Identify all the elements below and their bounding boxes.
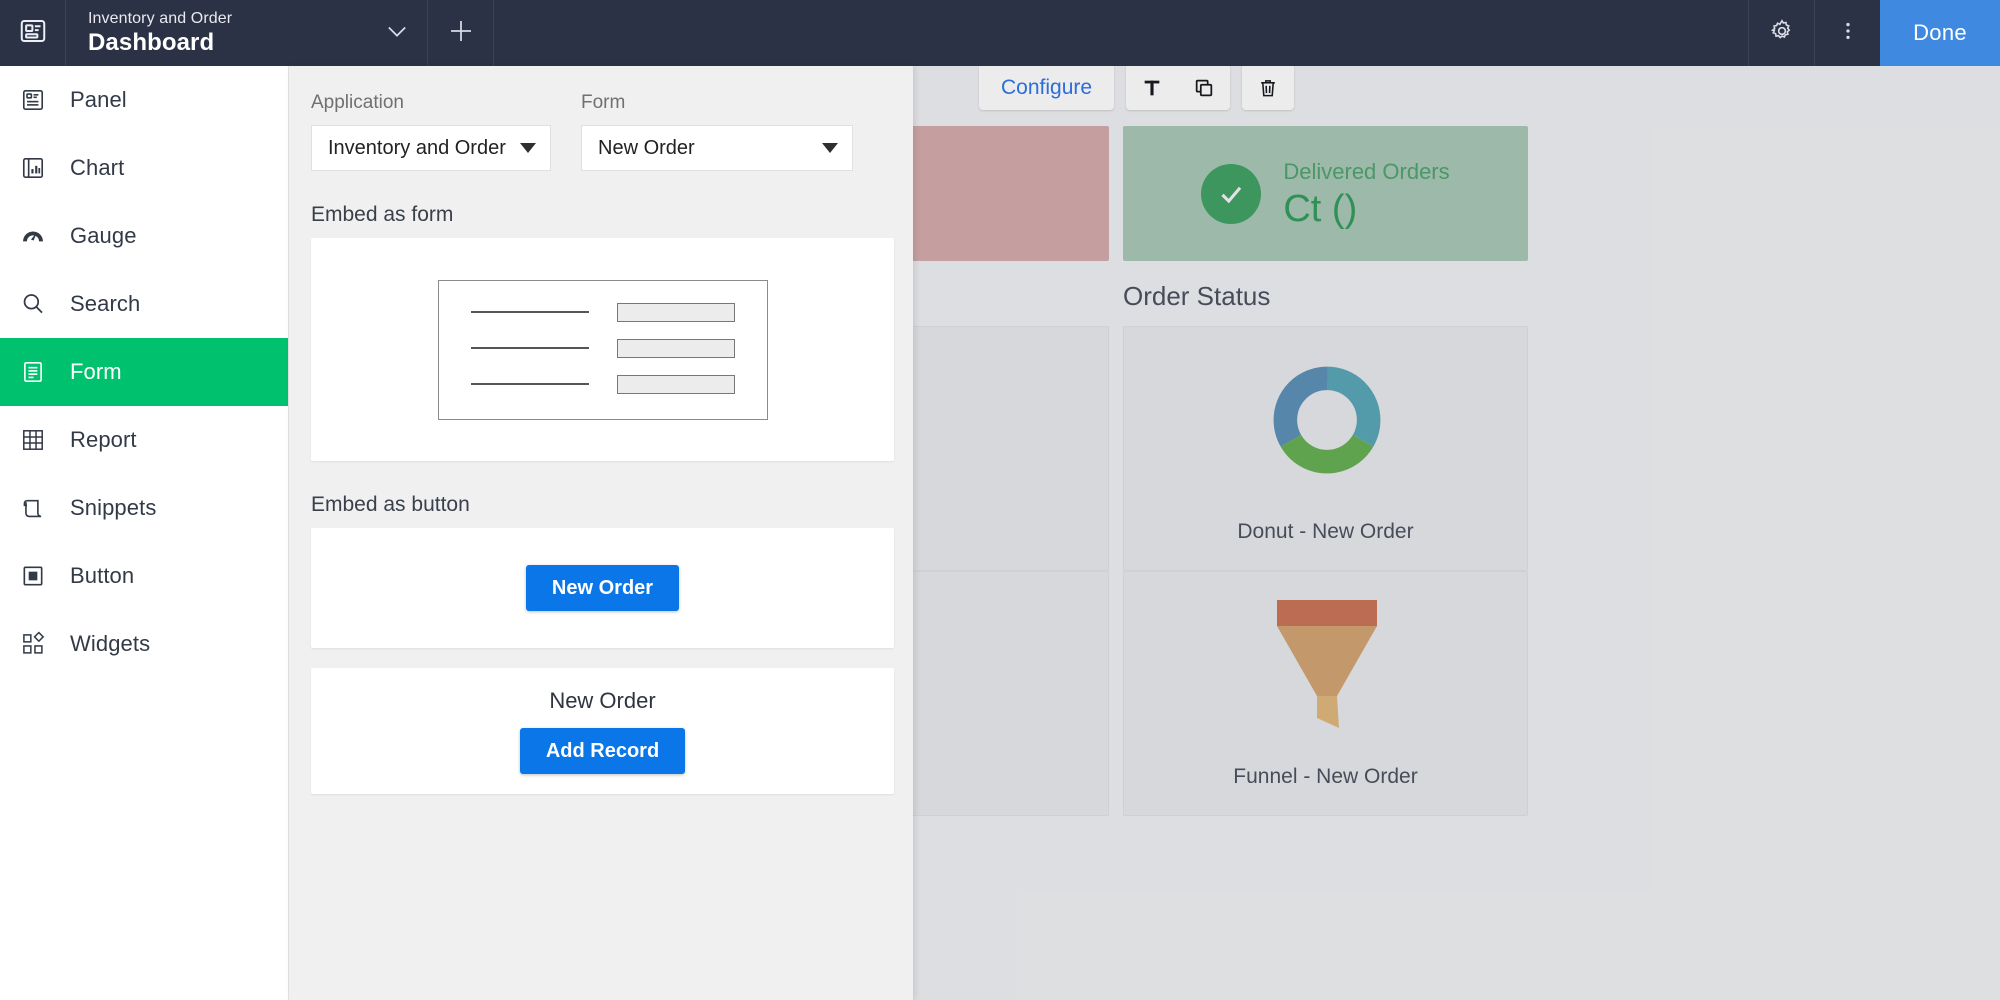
delete-group xyxy=(1242,66,1294,110)
kpi-text: Delivered Orders Ct () xyxy=(1283,157,1449,231)
sidebar-item-label: Chart xyxy=(70,155,124,181)
application-label: Application xyxy=(311,92,551,114)
embed-as-button-heading: Embed as button xyxy=(311,493,891,517)
duplicate-icon[interactable] xyxy=(1178,66,1230,110)
gear-icon xyxy=(1769,18,1795,49)
check-circle-icon xyxy=(1201,164,1261,224)
sidebar-item-report[interactable]: Report xyxy=(0,406,288,474)
form-icon xyxy=(18,359,48,385)
more-vertical-icon xyxy=(1837,18,1859,49)
sketch-label-line xyxy=(471,311,589,313)
settings-button[interactable] xyxy=(1748,0,1814,66)
widget-toolbar: Configure xyxy=(979,66,1294,110)
sketch-input-box xyxy=(617,339,735,358)
sidebar-item-label: Search xyxy=(70,291,140,317)
trash-icon[interactable] xyxy=(1242,66,1294,110)
plus-icon xyxy=(446,16,476,51)
form-preview-sketch xyxy=(438,280,768,420)
sidebar-item-chart[interactable]: Chart xyxy=(0,134,288,202)
application-select[interactable]: Inventory and Order xyxy=(311,125,551,171)
dashboard-switcher-button[interactable] xyxy=(366,0,428,66)
button-icon xyxy=(18,563,48,589)
sketch-input-box xyxy=(617,303,735,322)
done-button[interactable]: Done xyxy=(1880,0,2000,66)
application-field: Application Inventory and Order xyxy=(311,92,551,171)
widget-donut-chart[interactable]: Donut - New Order xyxy=(1123,326,1528,571)
sidebar-item-panel[interactable]: Panel xyxy=(0,66,288,134)
gauge-icon xyxy=(18,223,48,249)
breadcrumb: Inventory and Order Dashboard xyxy=(66,0,366,66)
snippets-icon xyxy=(18,495,48,521)
add-record-button-preview[interactable]: Add Record xyxy=(520,728,685,774)
embed-as-button-option-1[interactable]: New Order xyxy=(311,528,894,648)
search-icon xyxy=(18,291,48,317)
sidebar-item-form[interactable]: Form xyxy=(0,338,288,406)
donut-chart xyxy=(1272,365,1382,475)
caret-down-icon xyxy=(822,143,838,153)
new-order-button-preview[interactable]: New Order xyxy=(526,565,679,611)
report-grid-icon xyxy=(18,427,48,453)
dashboard-card-icon xyxy=(18,16,48,51)
form-label: Form xyxy=(581,92,853,114)
kpi-value: Ct () xyxy=(1283,187,1449,231)
sketch-label-line xyxy=(471,383,589,385)
form-select[interactable]: New Order xyxy=(581,125,853,171)
widget-caption: Donut - New Order xyxy=(1124,520,1527,544)
funnel-chart xyxy=(1271,600,1383,728)
sidebar-item-search[interactable]: Search xyxy=(0,270,288,338)
kpi-title: Delivered Orders xyxy=(1283,157,1449,187)
selector-row: Application Inventory and Order Form New… xyxy=(311,92,891,171)
sidebar-item-button[interactable]: Button xyxy=(0,542,288,610)
top-bar: Inventory and Order Dashboard xyxy=(0,0,2000,66)
sidebar: Panel Chart Gauge Searc xyxy=(0,66,289,1000)
sketch-input-box xyxy=(617,375,735,394)
sidebar-item-label: Form xyxy=(70,359,122,385)
chevron-down-icon xyxy=(383,17,411,50)
configure-button[interactable]: Configure xyxy=(979,76,1114,100)
form-config-panel: Application Inventory and Order Form New… xyxy=(289,66,913,1000)
embed-as-form-heading: Embed as form xyxy=(311,203,891,227)
sidebar-item-label: Gauge xyxy=(70,223,137,249)
application-value: Inventory and Order xyxy=(328,137,506,160)
text-tool-icon[interactable] xyxy=(1126,66,1178,110)
sidebar-item-snippets[interactable]: Snippets xyxy=(0,474,288,542)
form-field: Form New Order xyxy=(581,92,853,171)
kpi-card-delivered-orders[interactable]: Delivered Orders Ct () xyxy=(1123,126,1528,261)
sidebar-item-gauge[interactable]: Gauge xyxy=(0,202,288,270)
add-record-preview-title: New Order xyxy=(549,688,655,714)
widget-funnel-chart[interactable]: Funnel - New Order xyxy=(1123,571,1528,816)
embed-as-button-option-2[interactable]: New Order Add Record xyxy=(311,668,894,794)
widgets-icon xyxy=(18,631,48,657)
sidebar-item-label: Widgets xyxy=(70,631,150,657)
edit-group xyxy=(1126,66,1230,110)
sidebar-item-widgets[interactable]: Widgets xyxy=(0,610,288,678)
sketch-label-line xyxy=(471,347,589,349)
more-options-button[interactable] xyxy=(1814,0,1880,66)
widget-caption: Funnel - New Order xyxy=(1124,765,1527,789)
app-name: Inventory and Order xyxy=(88,9,344,29)
sidebar-item-label: Snippets xyxy=(70,495,156,521)
configure-group: Configure xyxy=(979,66,1114,110)
form-value: New Order xyxy=(598,137,695,160)
panel-icon xyxy=(18,87,48,113)
chart-icon xyxy=(18,155,48,181)
section-heading-order-status: Order Status xyxy=(1123,281,1270,312)
add-widget-button[interactable] xyxy=(428,0,494,66)
embed-as-form-option[interactable] xyxy=(311,238,894,461)
sidebar-item-label: Report xyxy=(70,427,137,453)
top-bar-spacer xyxy=(494,0,1748,66)
sidebar-item-label: Panel xyxy=(70,87,127,113)
page-title: Dashboard xyxy=(88,29,344,57)
app-logo[interactable] xyxy=(0,0,66,66)
sidebar-item-label: Button xyxy=(70,563,134,589)
caret-down-icon xyxy=(520,143,536,153)
